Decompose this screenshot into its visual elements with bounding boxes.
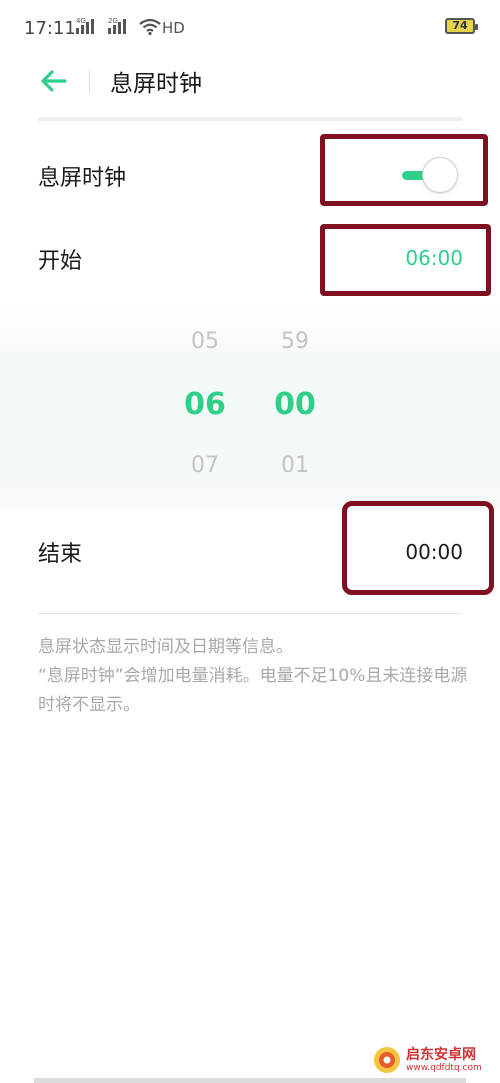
start-time-label[interactable]: 开始 [38,243,82,275]
signal-2-label: 2G [108,17,118,25]
watermark-logo-icon [374,1047,400,1073]
signal-1-label: 4G [76,17,86,25]
watermark-title: 启东安卓网 [406,1046,476,1063]
info-note: “息屏时钟”会增加电量消耗。电量不足10%且未连接电源时将不显示。 [38,666,468,715]
status-time: 17:11 [24,18,76,39]
arrow-left-icon [41,70,67,92]
wifi-icon [139,18,161,40]
minute-selected[interactable]: 00 [265,387,325,422]
battery-icon: 74 [445,18,478,34]
section-divider [38,117,462,121]
watermark-url: www.qdfdtq.com [406,1062,482,1073]
aod-clock-label: 息屏时钟 [38,166,127,191]
minute-option-prev[interactable]: 59 [265,329,325,354]
page-title: 息屏时钟 [110,71,202,97]
annotation-box-end [342,501,494,595]
back-button[interactable] [36,66,70,96]
minute-option-next[interactable]: 01 [265,453,325,478]
info-note: 息屏状态显示时间及日期等信息。 [38,637,293,657]
annotation-box-toggle [320,134,488,206]
battery-level: 74 [452,19,468,32]
annotation-box-start [320,224,491,296]
hd-voice-indicator: HD [162,19,185,37]
hour-selected[interactable]: 06 [175,387,235,422]
hour-option-next[interactable]: 07 [175,453,235,478]
section-divider [38,613,462,614]
watermark: 启东安卓网 www.qdfdtq.com [372,1040,500,1080]
end-time-label[interactable]: 结束 [38,536,82,568]
cellular-signal-icon: 2G [108,16,136,40]
time-picker[interactable]: 05 06 07 59 00 01 [0,305,500,510]
cellular-signal-icon: 4G [76,16,104,40]
header-divider [89,70,90,92]
hour-option-prev[interactable]: 05 [175,329,235,354]
